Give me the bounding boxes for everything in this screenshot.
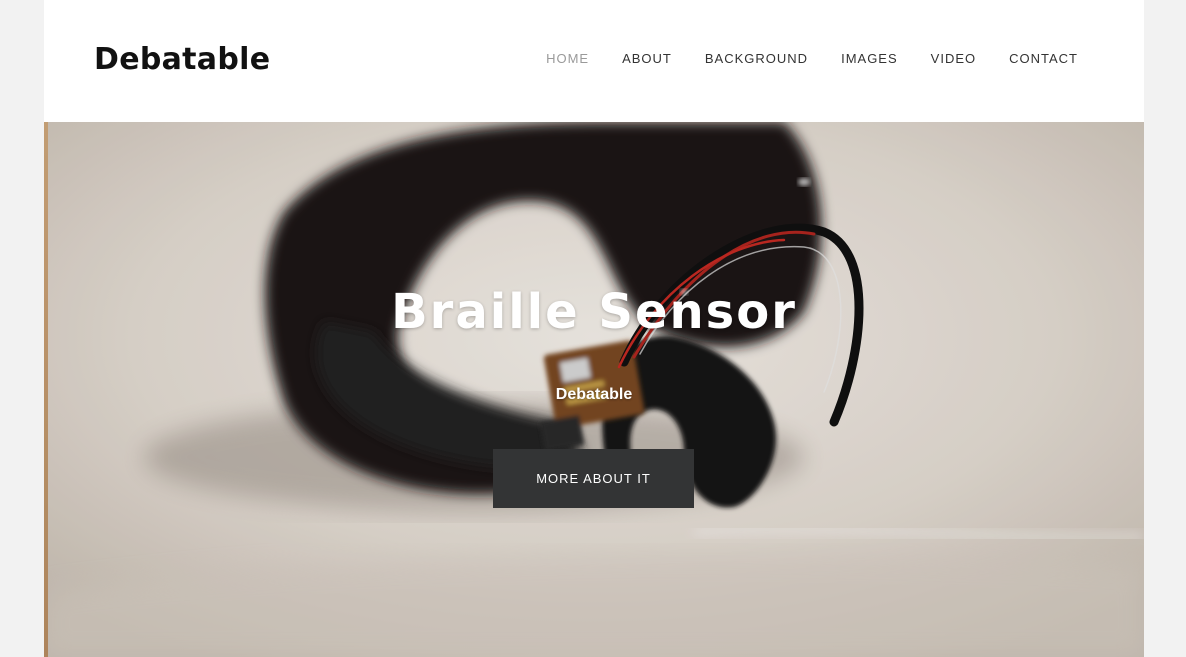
- site-header: Debatable HOME ABOUT BACKGROUND IMAGES V…: [44, 0, 1144, 122]
- nav-item-about[interactable]: ABOUT: [622, 50, 672, 68]
- hero-title: Braille Sensor: [391, 284, 797, 340]
- nav-item-background[interactable]: BACKGROUND: [705, 50, 808, 68]
- main-nav: HOME ABOUT BACKGROUND IMAGES VIDEO CONTA…: [513, 50, 1078, 68]
- page: Debatable HOME ABOUT BACKGROUND IMAGES V…: [44, 0, 1144, 657]
- site-logo[interactable]: Debatable: [94, 38, 270, 82]
- nav-item-images[interactable]: IMAGES: [841, 50, 898, 68]
- more-about-it-button[interactable]: MORE ABOUT IT: [493, 449, 694, 508]
- nav-item-video[interactable]: VIDEO: [931, 50, 976, 68]
- nav-item-contact[interactable]: CONTACT: [1009, 50, 1078, 68]
- nav-item-home[interactable]: HOME: [546, 50, 589, 68]
- hero-subtitle: Debatable: [555, 386, 633, 403]
- hero-section: Braille Sensor Debatable MORE ABOUT IT: [44, 122, 1144, 657]
